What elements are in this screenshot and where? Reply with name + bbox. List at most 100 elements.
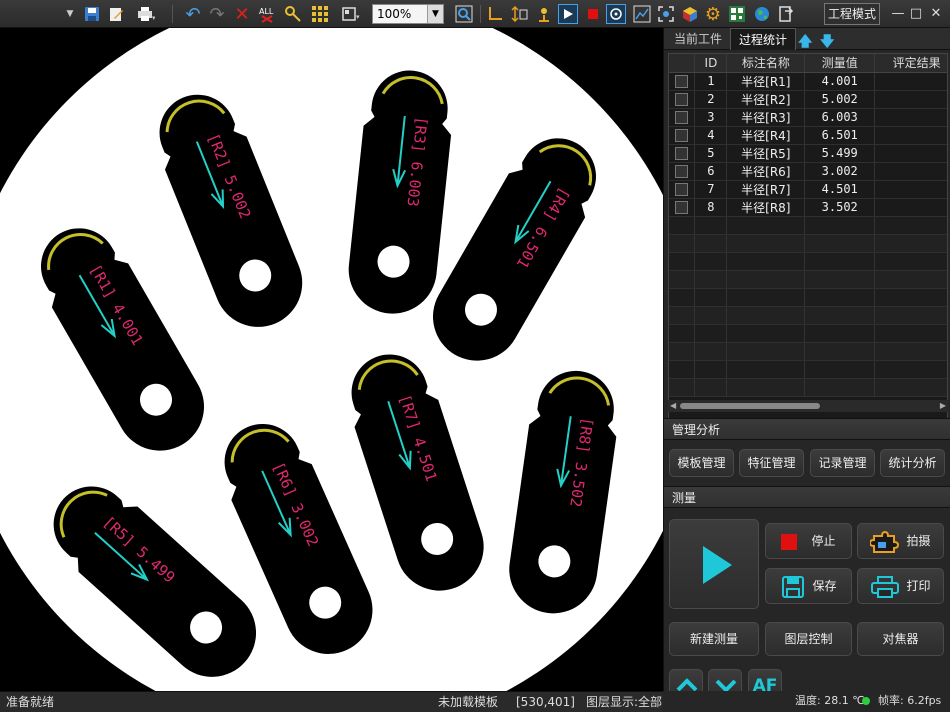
status-temperature: 温度: 28.1 ℃ xyxy=(795,694,865,707)
engineering-mode-button[interactable]: 工程模式 xyxy=(824,3,880,25)
undo-icon[interactable]: ↶ xyxy=(183,4,203,25)
cell-id: 6 xyxy=(694,162,728,181)
layer-control-button[interactable]: 图层控制 xyxy=(765,622,852,656)
save-label: 保存 xyxy=(812,579,837,593)
light-icon[interactable] xyxy=(534,4,554,24)
export-icon[interactable] xyxy=(776,4,796,24)
focuser-button[interactable]: 对焦器 xyxy=(857,622,944,656)
row-checkbox[interactable] xyxy=(669,72,696,91)
feature-manage-button[interactable]: 特征管理 xyxy=(739,449,804,477)
record-manage-button[interactable]: 记录管理 xyxy=(810,449,875,477)
empty-row xyxy=(669,234,947,253)
cell-value: 4.501 xyxy=(804,180,876,199)
row-checkbox[interactable] xyxy=(669,180,696,199)
cell-id: 5 xyxy=(694,144,728,163)
statistics-button[interactable]: 统计分析 xyxy=(880,449,945,477)
chart-icon[interactable] xyxy=(632,4,652,24)
row-checkbox[interactable] xyxy=(669,90,696,109)
empty-row xyxy=(669,378,947,397)
tab-current-workpiece[interactable]: 当前工件 xyxy=(666,28,730,50)
cube-icon[interactable] xyxy=(680,4,700,24)
capture-button[interactable]: 拍摄 xyxy=(857,523,944,559)
cell-id: 7 xyxy=(694,180,728,199)
table-row[interactable]: 6 半径[R6] 3.002 xyxy=(669,162,947,181)
col-checkbox xyxy=(669,54,696,73)
table-row[interactable]: 5 半径[R5] 5.499 xyxy=(669,144,947,163)
layout-icon[interactable]: ▾ xyxy=(340,4,364,24)
dropdown-arrow-icon[interactable]: ▼ xyxy=(64,4,76,24)
delete-icon[interactable]: ✕ xyxy=(232,4,252,25)
scrollbar-thumb[interactable] xyxy=(680,403,820,409)
cell-result xyxy=(874,180,947,199)
save-button[interactable]: 保存 xyxy=(765,568,852,604)
settings-gear-icon[interactable]: ⚙ xyxy=(703,4,723,25)
measure-tool-icon[interactable] xyxy=(283,4,303,24)
row-checkbox[interactable] xyxy=(669,162,696,181)
row-checkbox[interactable] xyxy=(669,108,696,127)
cell-name: 半径[R6] xyxy=(726,162,806,181)
print-button[interactable]: 打印 xyxy=(857,568,944,604)
close-button[interactable]: ✕ xyxy=(926,4,946,24)
table-row[interactable]: 8 半径[R8] 3.502 xyxy=(669,198,947,217)
move-up-arrow-icon[interactable]: 🡅 xyxy=(798,31,812,55)
col-result: 评定结果 xyxy=(874,54,947,73)
cell-id: 8 xyxy=(694,198,728,217)
cell-value: 3.002 xyxy=(804,162,876,181)
start-measure-button[interactable] xyxy=(669,519,759,609)
chevron-down-icon[interactable]: ▼ xyxy=(427,5,443,23)
horizontal-scrollbar[interactable]: ◀ ▶ xyxy=(668,400,948,412)
toolbar: ▼ ▾ ↶ ↷ ✕ ALL ▾ 100% ▼ ⚙ 工程模式 — □ ✕ xyxy=(0,0,950,28)
table-row[interactable]: 2 半径[R2] 5.002 xyxy=(669,90,947,109)
camera-view[interactable]: [R1] 4.001 [R2] 5.002 [R3] 6.003 [R4] 6.501… xyxy=(0,28,663,691)
stop-small-icon[interactable] xyxy=(583,4,603,24)
scroll-left-icon[interactable]: ◀ xyxy=(670,401,676,410)
zoom-fit-icon[interactable] xyxy=(454,4,474,24)
scan-icon[interactable] xyxy=(656,4,676,24)
move-down-arrow-icon[interactable]: 🡇 xyxy=(820,31,834,55)
edit-icon[interactable] xyxy=(106,4,126,24)
height-tool-icon[interactable] xyxy=(510,4,530,24)
scroll-right-icon[interactable]: ▶ xyxy=(940,401,946,410)
measure-section-title: 测量 xyxy=(664,486,950,508)
save-icon[interactable] xyxy=(82,4,102,24)
puzzle-camera-icon xyxy=(870,530,900,553)
play-small-icon[interactable] xyxy=(558,4,578,24)
table-row[interactable]: 4 半径[R4] 6.501 xyxy=(669,126,947,145)
row-checkbox[interactable] xyxy=(669,144,696,163)
empty-row xyxy=(669,252,947,271)
redo-icon[interactable]: ↷ xyxy=(207,4,227,25)
table-row[interactable]: 1 半径[R1] 4.001 xyxy=(669,72,947,91)
stop-button[interactable]: 停止 xyxy=(765,523,852,559)
cell-result xyxy=(874,90,947,109)
table-row[interactable]: 3 半径[R3] 6.003 xyxy=(669,108,947,127)
cell-name: 半径[R7] xyxy=(726,180,806,199)
auto-detect-icon[interactable] xyxy=(606,4,626,24)
zoom-select[interactable]: 100% ▼ xyxy=(372,4,444,24)
print-icon[interactable]: ▾ xyxy=(134,4,158,24)
empty-row xyxy=(669,360,947,379)
tab-process-stats[interactable]: 过程统计 xyxy=(730,28,797,50)
minimize-button[interactable]: — xyxy=(888,4,908,24)
cell-result xyxy=(874,162,947,181)
new-measure-button[interactable]: 新建测量 xyxy=(669,622,759,656)
edge-tool-icon[interactable] xyxy=(486,4,506,24)
row-checkbox[interactable] xyxy=(669,198,696,217)
qr-icon[interactable] xyxy=(727,4,747,24)
delete-all-icon[interactable]: ALL xyxy=(257,4,277,24)
svg-text:▾: ▾ xyxy=(356,13,360,21)
cell-result xyxy=(874,72,947,91)
maximize-button[interactable]: □ xyxy=(906,4,926,24)
stop-label: 停止 xyxy=(811,534,836,548)
globe-icon[interactable] xyxy=(752,4,772,24)
cell-result xyxy=(874,198,947,217)
table-row[interactable]: 7 半径[R7] 4.501 xyxy=(669,180,947,199)
cell-result xyxy=(874,144,947,163)
grid-icon[interactable] xyxy=(310,4,330,24)
template-manage-button[interactable]: 模板管理 xyxy=(669,449,734,477)
row-checkbox[interactable] xyxy=(669,126,696,145)
status-bar-right: 温度: 28.1 ℃ 帧率: 6.2fps xyxy=(663,691,950,712)
cell-value: 6.501 xyxy=(804,126,876,145)
zoom-value: 100% xyxy=(377,7,412,21)
svg-text:ALL: ALL xyxy=(259,7,274,16)
status-bar: 准备就绪 未加载模板 [530,401] 图层显示:全部 xyxy=(0,691,663,712)
